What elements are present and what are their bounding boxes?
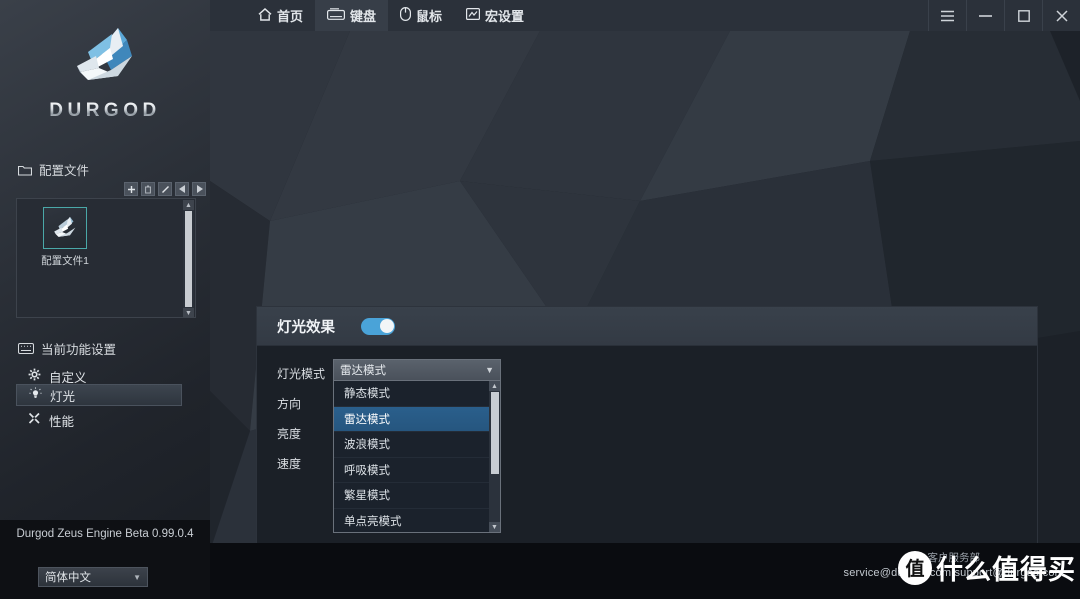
lighting-panel: 灯光效果 灯光模式 方向 亮度 速度 雷达模式 ▼ 静态模式 雷达模式 波浪模式… — [256, 306, 1038, 574]
sidebar-item-label: 灯光 — [50, 389, 76, 404]
sidebar-item-performance[interactable]: 性能 — [16, 409, 182, 431]
dropdown-option-selected[interactable]: 雷达模式 — [334, 406, 491, 432]
tab-macro[interactable]: 宏设置 — [454, 0, 536, 31]
tab-label: 首页 — [277, 9, 304, 24]
macro-icon — [466, 8, 481, 23]
sidebar-item-label: 性能 — [49, 414, 75, 429]
scroll-up-icon[interactable]: ▲ — [183, 200, 194, 210]
support-info: 客户服务部 service@durgod.com support@durgod.… — [844, 551, 1065, 581]
profile-list[interactable]: 配置文件1 ▲ ▼ — [16, 198, 196, 318]
settings-section-title: 当前功能设置 — [41, 343, 117, 357]
dropdown-option[interactable]: 单点亮模式 — [334, 509, 491, 533]
settings-section-header: 当前功能设置 — [18, 339, 116, 358]
tab-home[interactable]: 首页 — [246, 0, 315, 31]
tab-mouse[interactable]: 鼠标 — [388, 0, 454, 31]
language-select[interactable]: 简体中文 ▼ — [38, 567, 148, 587]
wrench-icon — [28, 412, 41, 428]
window-controls — [928, 0, 1080, 31]
keyboard-icon — [327, 8, 346, 23]
support-department: 客户服务部 — [927, 552, 981, 564]
dropdown-scrollbar[interactable]: ▲ ▼ — [489, 381, 500, 532]
profile-thumbnail — [43, 207, 87, 249]
field-label-mode: 灯光模式 — [277, 367, 326, 381]
language-select-value: 简体中文 — [45, 572, 91, 584]
gear-icon — [28, 368, 41, 384]
dropdown-option-list: 静态模式 雷达模式 波浪模式 呼吸模式 繁星模式 单点亮模式 — [334, 381, 491, 533]
folder-icon — [18, 164, 32, 176]
next-profile-button[interactable] — [192, 182, 206, 196]
profiles-section-header: 配置文件 — [18, 160, 89, 179]
prev-profile-button[interactable] — [175, 182, 189, 196]
toggle-knob — [379, 319, 394, 333]
lighting-mode-value: 雷达模式 — [340, 365, 386, 377]
scrollbar-thumb[interactable] — [185, 211, 192, 307]
main-canvas: 灯光效果 灯光模式 方向 亮度 速度 雷达模式 ▼ 静态模式 雷达模式 波浪模式… — [210, 31, 1080, 599]
profiles-section-title: 配置文件 — [39, 164, 90, 178]
field-label-direction: 方向 — [277, 397, 302, 411]
main-tabs: 首页 键盘 鼠标 宏设置 — [246, 0, 536, 31]
dropdown-option[interactable]: 呼吸模式 — [334, 458, 491, 483]
dropdown-option[interactable]: 繁星模式 — [334, 483, 491, 509]
dropdown-option[interactable]: 静态模式 — [334, 381, 491, 407]
tab-keyboard[interactable]: 键盘 — [315, 0, 389, 31]
profile-list-item-label: 配置文件1 — [41, 255, 89, 267]
sidebar: DURGOD 配置文件 配置文件1 ▲ ▼ 当前功能设置 自定义 灯光 性能 D… — [0, 0, 210, 599]
dropdown-option[interactable]: 波浪模式 — [334, 432, 491, 458]
chevron-down-icon: ▼ — [485, 365, 494, 375]
profile-list-scrollbar[interactable]: ▲ ▼ — [183, 200, 194, 318]
app-window: DURGOD 配置文件 配置文件1 ▲ ▼ 当前功能设置 自定义 灯光 性能 D… — [0, 0, 1080, 599]
scroll-down-icon[interactable]: ▼ — [489, 522, 500, 532]
menu-button[interactable] — [928, 0, 966, 31]
scroll-down-icon[interactable]: ▼ — [183, 308, 194, 318]
brand-logo: DURGOD — [0, 26, 210, 148]
topbar: 首页 键盘 鼠标 宏设置 — [210, 0, 1080, 31]
tab-label: 鼠标 — [416, 9, 443, 24]
edit-profile-button[interactable] — [158, 182, 172, 196]
scrollbar-thumb[interactable] — [490, 392, 499, 474]
lighting-toggle[interactable] — [361, 317, 395, 335]
chevron-down-icon: ▼ — [133, 572, 141, 582]
durgod-bird-logo-icon — [77, 28, 132, 80]
version-label: Durgod Zeus Engine Beta 0.99.0.4 — [16, 528, 194, 540]
tab-label: 宏设置 — [485, 9, 525, 24]
sidebar-item-lighting[interactable]: 灯光 — [16, 384, 182, 406]
maximize-button[interactable] — [1004, 0, 1042, 31]
field-label-brightness: 亮度 — [277, 427, 302, 441]
profile-list-item[interactable]: 配置文件1 — [31, 207, 99, 268]
lighting-mode-combobox[interactable]: 雷达模式 ▼ — [333, 359, 501, 381]
scroll-up-icon[interactable]: ▲ — [489, 381, 500, 391]
lighting-panel-body: 灯光模式 方向 亮度 速度 雷达模式 ▼ 静态模式 雷达模式 波浪模式 呼吸模式… — [257, 346, 1037, 574]
delete-profile-button[interactable] — [141, 182, 155, 196]
add-profile-button[interactable] — [124, 182, 138, 196]
keyboard-icon — [18, 343, 34, 354]
field-label-speed: 速度 — [277, 457, 302, 471]
brand-name: DURGOD — [49, 100, 161, 121]
profile-toolbar — [124, 182, 206, 196]
mouse-icon — [400, 7, 412, 24]
tab-label: 键盘 — [350, 9, 377, 24]
bulb-icon — [29, 387, 42, 403]
sidebar-item-label: 自定义 — [49, 370, 87, 385]
home-icon — [258, 7, 272, 24]
support-emails: service@durgod.com support@durgod.com — [843, 567, 1064, 579]
lighting-mode-dropdown[interactable]: 静态模式 雷达模式 波浪模式 呼吸模式 繁星模式 单点亮模式 ▲ ▼ — [333, 380, 501, 533]
lighting-panel-header: 灯光效果 — [257, 307, 1037, 346]
footer: 客户服务部 service@durgod.com support@durgod.… — [210, 543, 1080, 599]
minimize-button[interactable] — [966, 0, 1004, 31]
durgod-bird-logo-icon — [54, 216, 76, 237]
panel-title: 灯光效果 — [277, 319, 335, 336]
close-button[interactable] — [1042, 0, 1080, 31]
